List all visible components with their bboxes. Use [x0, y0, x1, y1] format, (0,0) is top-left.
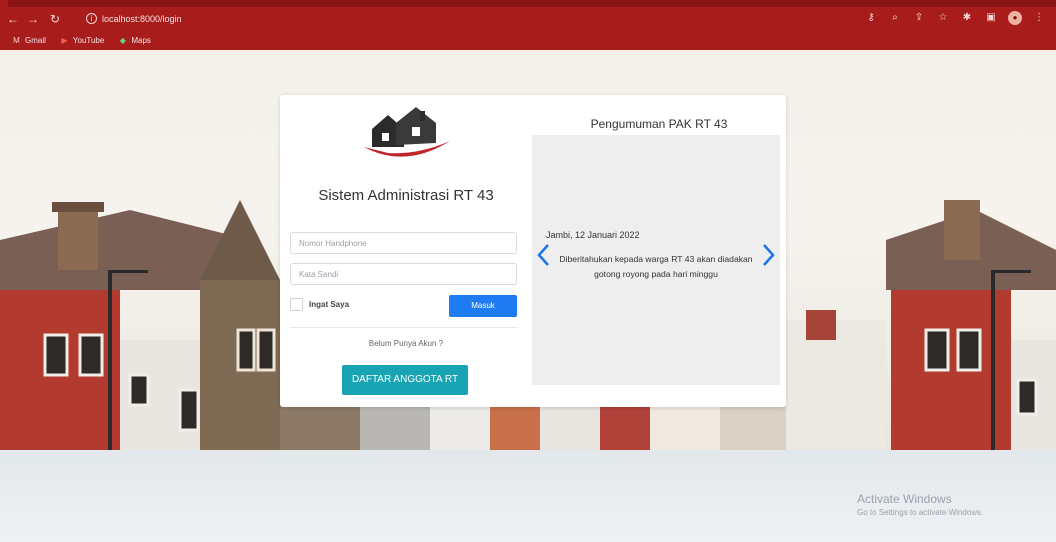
bookmark-label: Maps [131, 36, 151, 45]
browser-chrome: ← → ↻ i localhost:8000/login ⚷ ⌕ ⇪ ☆ ✱ ▣… [0, 0, 1056, 50]
announcement-text: Diberitahukan kepada warga RT 43 akan di… [540, 252, 772, 282]
register-button[interactable]: DAFTAR ANGGOTA RT [342, 365, 468, 395]
login-page: Sistem Administrasi RT 43 Ingat Saya Mas… [0, 50, 1056, 542]
no-account-text: Belum Punya Akun ? [368, 339, 444, 348]
youtube-icon: ▶ [61, 36, 68, 45]
bookmark-youtube[interactable]: ▶ YouTube [60, 36, 104, 45]
carousel-next-icon[interactable] [762, 243, 776, 267]
background-buildings-left [0, 200, 280, 450]
announcement-title: Pengumuman PAK RT 43 [590, 117, 728, 131]
star-icon[interactable]: ☆ [936, 11, 950, 25]
zoom-icon[interactable]: ⌕ [888, 11, 902, 25]
password-input[interactable] [291, 264, 516, 285]
toolbar-icons: ⚷ ⌕ ⇪ ☆ ✱ ▣ ● ⋮ [864, 11, 1046, 27]
carousel-prev-icon[interactable] [536, 243, 550, 267]
password-field[interactable] [290, 263, 517, 285]
menu-icon[interactable]: ⋮ [1032, 11, 1046, 25]
maps-icon: ◆ [119, 36, 126, 45]
windows-watermark: Activate Windows Go to Settings to activ… [857, 492, 983, 517]
divider [290, 327, 517, 328]
gmail-icon: M [13, 36, 20, 45]
remember-me[interactable]: Ingat Saya [290, 298, 349, 311]
remember-checkbox[interactable] [290, 298, 303, 311]
app-title: Sistem Administrasi RT 43 [318, 187, 494, 204]
forward-icon[interactable]: → [26, 12, 40, 26]
background-buildings-right [786, 200, 1056, 450]
key-icon[interactable]: ⚷ [864, 11, 878, 25]
phone-field[interactable] [290, 232, 517, 254]
watermark-subtitle: Go to Settings to activate Windows. [857, 508, 984, 517]
announcement-line: gotong royong pada hari minggu [594, 269, 718, 279]
remember-label: Ingat Saya [309, 300, 350, 309]
announcement-carousel: Jambi, 12 Januari 2022 Diberitahukan kep… [532, 135, 780, 385]
bookmark-maps[interactable]: ◆ Maps [118, 36, 151, 45]
announcement-date: Jambi, 12 Januari 2022 [546, 230, 640, 240]
back-icon[interactable]: ← [6, 12, 20, 26]
url-text[interactable]: localhost:8000/login [102, 12, 182, 26]
address-row: ← → ↻ i localhost:8000/login ⚷ ⌕ ⇪ ☆ ✱ ▣… [0, 7, 1056, 31]
announcement-line: Diberitahukan kepada warga RT 43 akan di… [559, 254, 753, 264]
profile-avatar-icon[interactable]: ● [1008, 11, 1022, 25]
house-logo-icon [364, 107, 450, 157]
watermark-title: Activate Windows [857, 492, 952, 506]
bookmark-label: YouTube [72, 36, 105, 45]
bookmarks-bar: M Gmail ▶ YouTube ◆ Maps [0, 31, 1056, 50]
reload-icon[interactable]: ↻ [48, 12, 62, 26]
phone-input[interactable] [291, 233, 516, 254]
bookmark-gmail[interactable]: M Gmail [12, 36, 46, 45]
login-button[interactable]: Masuk [449, 295, 517, 317]
login-card: Sistem Administrasi RT 43 Ingat Saya Mas… [280, 95, 786, 407]
share-icon[interactable]: ⇪ [912, 11, 926, 25]
extension-icon[interactable]: ✱ [960, 11, 974, 25]
address-bar[interactable]: i localhost:8000/login [78, 10, 858, 28]
bookmark-label: Gmail [25, 36, 46, 45]
sidepanel-icon[interactable]: ▣ [984, 11, 998, 25]
site-info-icon[interactable]: i [86, 13, 97, 24]
